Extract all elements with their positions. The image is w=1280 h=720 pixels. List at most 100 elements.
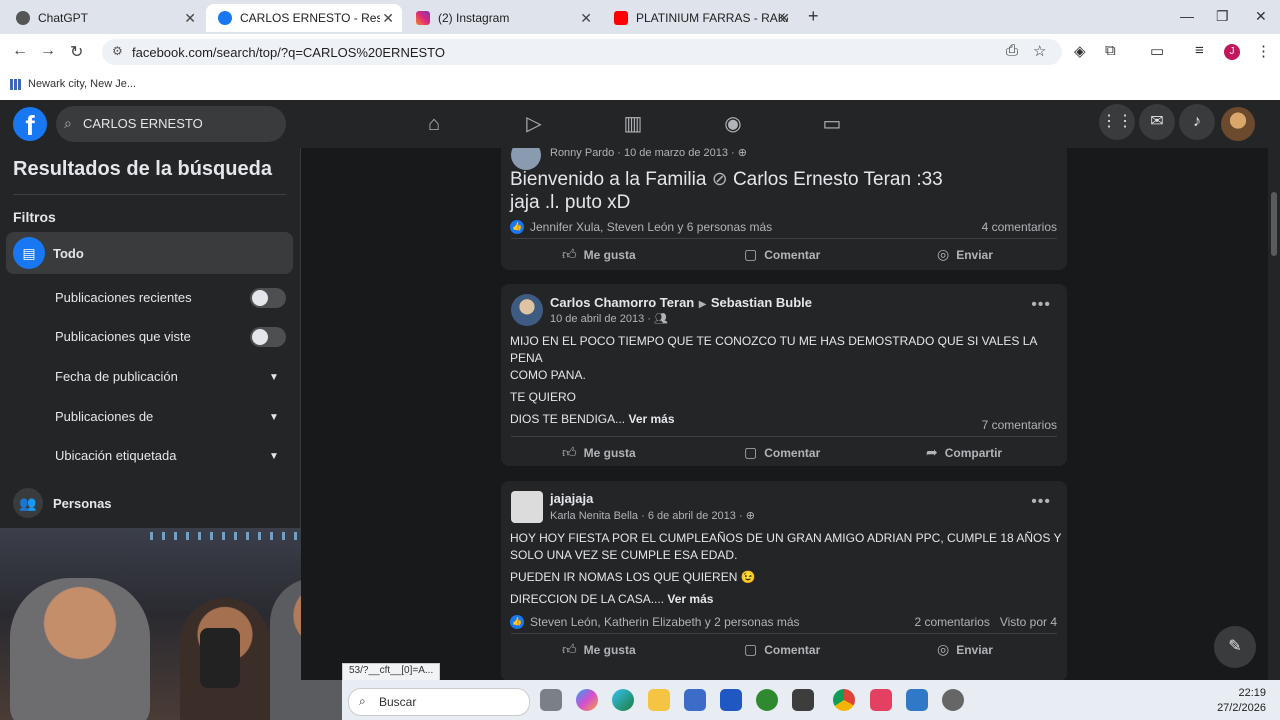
filter-tagged-location[interactable]: Ubicación etiquetada bbox=[55, 448, 176, 463]
filter-all[interactable]: ▤ Todo bbox=[6, 232, 293, 274]
file-explorer-icon[interactable] bbox=[648, 689, 670, 711]
comment-button[interactable]: ▢ Comentar bbox=[744, 246, 820, 263]
more-options-icon[interactable]: ••• bbox=[1031, 493, 1051, 511]
notifications-bell-icon[interactable]: ♪ bbox=[1179, 104, 1215, 140]
see-more-link[interactable]: Ver más bbox=[628, 412, 674, 426]
chevron-down-icon[interactable]: ▼ bbox=[269, 451, 279, 462]
post-meta: Ronny Pardo · 10 de marzo de 2013 · ⊕ bbox=[550, 148, 747, 159]
filter-pub-date[interactable]: Fecha de publicación bbox=[55, 369, 178, 384]
xbox-icon[interactable] bbox=[756, 689, 778, 711]
store-icon[interactable] bbox=[684, 689, 706, 711]
filters-heading: Filtros bbox=[13, 209, 56, 225]
thumbs-up-icon: 👍︎ bbox=[562, 444, 577, 460]
forward-icon[interactable]: → bbox=[40, 42, 56, 60]
tab-instagram[interactable]: (2) Instagram ✕ bbox=[404, 4, 600, 32]
post-card: jajajaja Karla Nenita Bella · 6 de abril… bbox=[501, 481, 1067, 680]
post-header: Carlos Chamorro Teran ▶ Sebastian Buble bbox=[550, 295, 812, 310]
seen-posts-toggle[interactable] bbox=[250, 327, 286, 347]
install-app-icon[interactable]: ⎙ bbox=[1006, 42, 1018, 59]
media-control-icon[interactable]: ≡ bbox=[1195, 42, 1204, 59]
app-icon[interactable] bbox=[906, 689, 928, 711]
close-tab-icon[interactable]: ✕ bbox=[580, 10, 592, 27]
profile-avatar[interactable] bbox=[1221, 107, 1255, 141]
page-scrollbar[interactable] bbox=[1268, 100, 1280, 680]
search-icon: ⌕ bbox=[359, 694, 366, 708]
site-info-icon[interactable]: ⚙ bbox=[112, 44, 123, 58]
search-results-feed: Ronny Pardo · 10 de marzo de 2013 · ⊕ Bi… bbox=[301, 148, 1268, 680]
avatar[interactable] bbox=[511, 148, 541, 170]
more-options-icon[interactable]: ••• bbox=[1031, 296, 1051, 314]
maximize-icon[interactable]: ❐ bbox=[1216, 8, 1229, 25]
chevron-down-icon[interactable]: ▼ bbox=[269, 412, 279, 423]
messenger-icon[interactable]: ✉ bbox=[1139, 104, 1175, 140]
close-tab-icon[interactable]: ✕ bbox=[184, 10, 196, 27]
see-more-link[interactable]: Ver más bbox=[667, 592, 713, 606]
url-text[interactable]: facebook.com/search/top/?q=CARLOS%20ERNE… bbox=[132, 45, 445, 60]
groups-icon[interactable]: ◉ bbox=[721, 112, 745, 136]
like-button[interactable]: 👍︎ Me gusta bbox=[562, 641, 636, 658]
reactions-summary[interactable]: 👍 Jennifer Xula, Steven León y 6 persona… bbox=[510, 220, 772, 234]
chevron-down-icon[interactable]: ▼ bbox=[269, 372, 279, 383]
filter-people[interactable]: 👥 Personas bbox=[13, 488, 112, 518]
gaming-icon[interactable]: ▭ bbox=[820, 112, 844, 136]
extensions-puzzle-icon[interactable]: ⧉ bbox=[1105, 42, 1116, 59]
address-bar-row: ← → ↻ ⚙ facebook.com/search/top/?q=CARLO… bbox=[0, 34, 1280, 70]
tab-youtube[interactable]: PLATINIUM FARRAS - RAKATA A ✕ bbox=[602, 4, 798, 32]
tab-chatgpt[interactable]: ChatGPT ✕ bbox=[4, 4, 204, 32]
app-icon[interactable] bbox=[720, 689, 742, 711]
comment-button[interactable]: ▢ Comentar bbox=[744, 641, 820, 658]
comments-count[interactable]: 4 comentarios bbox=[982, 220, 1057, 234]
reactions-summary[interactable]: 👍 Steven León, Katherin Elizabeth y 2 pe… bbox=[510, 615, 800, 629]
arrow-right-icon: ▶ bbox=[698, 299, 707, 310]
webcam-overlay bbox=[0, 528, 342, 720]
group-avatar[interactable] bbox=[511, 491, 543, 523]
video-icon[interactable]: ▷ bbox=[522, 112, 546, 136]
youtube-icon bbox=[614, 11, 628, 25]
marketplace-icon[interactable]: ▥ bbox=[621, 112, 645, 136]
filter-posts-from[interactable]: Publicaciones de bbox=[55, 409, 153, 424]
close-tab-icon[interactable]: ✕ bbox=[382, 10, 394, 27]
new-tab-button[interactable]: + bbox=[808, 6, 819, 27]
task-view-icon[interactable] bbox=[540, 689, 562, 711]
tagged-person[interactable]: Carlos Ernesto Teran :33 bbox=[733, 169, 943, 190]
facebook-logo[interactable]: f bbox=[13, 107, 47, 141]
like-button[interactable]: 👍︎ Me gusta bbox=[562, 246, 636, 263]
taskbar-search[interactable]: ⌕ Buscar bbox=[348, 688, 530, 716]
facebook-search-input[interactable]: ⌕ CARLOS ERNESTO bbox=[56, 106, 286, 142]
edge-icon[interactable] bbox=[612, 689, 634, 711]
share-button[interactable]: ➦ Compartir bbox=[926, 444, 1002, 461]
minimize-icon[interactable]: — bbox=[1180, 8, 1194, 24]
menu-grid-icon[interactable]: ⋮⋮ bbox=[1099, 104, 1135, 140]
browser-profile-avatar[interactable]: J bbox=[1224, 44, 1240, 60]
tab-facebook[interactable]: CARLOS ERNESTO - Resultados ✕ bbox=[206, 4, 402, 32]
bookmark-star-icon[interactable]: ☆ bbox=[1033, 42, 1046, 60]
cast-icon[interactable]: ▭ bbox=[1150, 42, 1164, 60]
recent-posts-toggle[interactable] bbox=[250, 288, 286, 308]
close-tab-icon[interactable]: ✕ bbox=[778, 10, 790, 27]
messenger-icon: ◎ bbox=[937, 641, 950, 657]
chrome-icon[interactable] bbox=[833, 689, 855, 711]
send-button[interactable]: ◎ Enviar bbox=[937, 641, 993, 658]
comment-button[interactable]: ▢ Comentar bbox=[744, 444, 820, 461]
close-window-icon[interactable]: ✕ bbox=[1255, 8, 1267, 25]
app-icon[interactable] bbox=[942, 689, 964, 711]
avatar[interactable] bbox=[511, 294, 543, 326]
group-name[interactable]: jajajaja bbox=[550, 491, 593, 506]
new-message-button[interactable]: ✎ bbox=[1214, 626, 1256, 668]
chart-icon bbox=[10, 78, 22, 90]
tiktok-icon[interactable] bbox=[870, 689, 892, 711]
more-menu-icon[interactable]: ⋮ bbox=[1256, 42, 1271, 60]
back-icon[interactable]: ← bbox=[12, 42, 28, 60]
reload-icon[interactable]: ↻ bbox=[70, 42, 83, 62]
app-icon[interactable] bbox=[792, 689, 814, 711]
system-clock[interactable]: 22:19 27/2/2026 bbox=[1217, 686, 1266, 716]
bookmark-weather[interactable]: Newark city, New Je... bbox=[10, 78, 136, 90]
send-button[interactable]: ◎ Enviar bbox=[937, 246, 993, 263]
home-icon[interactable]: ⌂ bbox=[422, 112, 446, 136]
facebook-header: f ⌕ CARLOS ERNESTO ⌂ ▷ ▥ ◉ ▭ ⋮⋮ ✉ ♪ bbox=[0, 100, 1268, 149]
address-bar[interactable]: ⚙ facebook.com/search/top/?q=CARLOS%20ER… bbox=[102, 39, 1062, 65]
like-button[interactable]: 👍︎ Me gusta bbox=[562, 444, 636, 461]
extension-icon[interactable]: ◈ bbox=[1074, 42, 1086, 60]
comments-count[interactable]: 7 comentarios bbox=[982, 418, 1057, 432]
copilot-icon[interactable] bbox=[576, 689, 598, 711]
